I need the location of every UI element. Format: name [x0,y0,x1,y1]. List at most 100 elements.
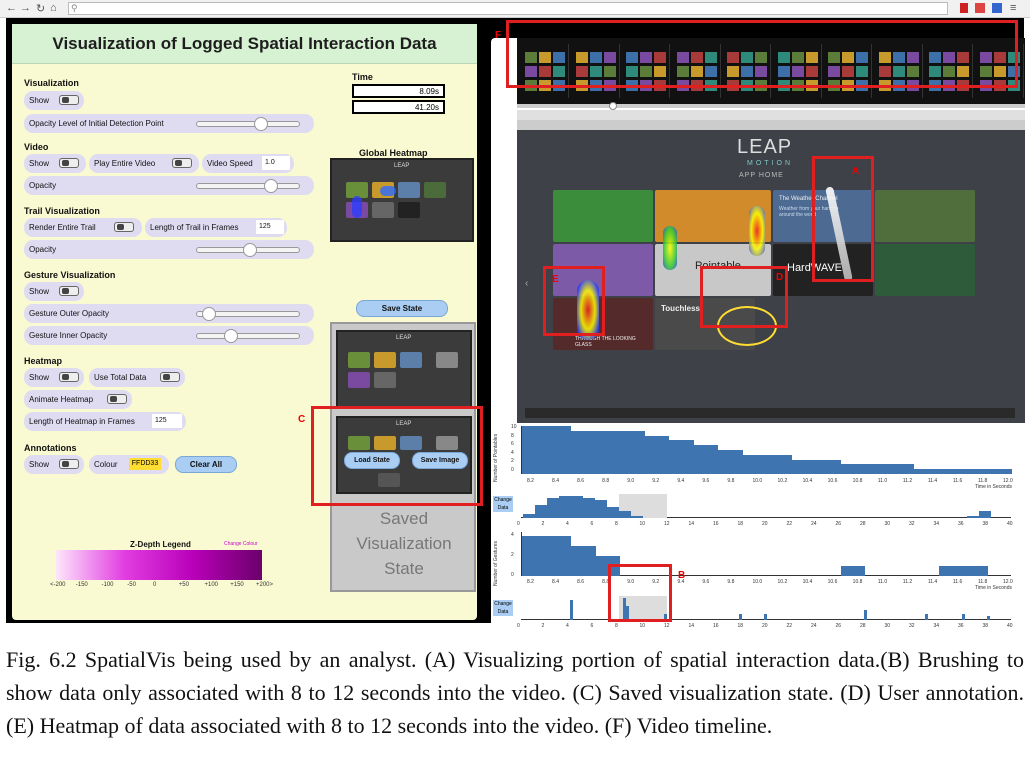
play-entire-toggle[interactable] [172,158,192,168]
gesture-inner-slider[interactable] [196,329,300,343]
home-icon[interactable]: ⌂ [50,2,57,14]
callout-f [506,20,1018,88]
overview-bar [864,610,867,620]
save-state-button[interactable]: Save State [356,300,448,317]
tile [436,352,458,368]
render-entire-toggle[interactable] [114,222,134,232]
label: Length of Trail in Frames [150,223,239,232]
extension-icon-2[interactable] [992,3,1002,13]
x-tick: 9.4 [677,478,685,484]
overview-bar [763,614,767,620]
tile-label: Touchless [661,304,700,313]
back-icon[interactable]: ← [6,2,17,14]
x-tick: 16 [713,521,719,527]
trail-length-input[interactable]: 125 [256,220,284,234]
bar [571,546,596,576]
forward-icon[interactable]: → [20,2,31,14]
x-tick: 14 [688,521,695,527]
overview-bar [739,614,743,620]
x-tick: 26 [835,521,842,527]
menu-icon[interactable]: ≡ [1010,2,1016,14]
slider-knob[interactable] [243,243,257,257]
change-data-button[interactable]: Change Data [493,496,513,512]
leap-sub1: MOTION [747,160,793,167]
bar [987,469,1012,474]
x-tick: 22 [786,521,793,527]
video-opacity-slider[interactable] [196,179,300,193]
y-tick: 0 [511,572,514,578]
slider-knob[interactable] [254,117,268,131]
y-tick: 10 [511,424,517,430]
extension-icon[interactable] [960,3,968,13]
x-tick: 10.2 [777,579,788,585]
visualization-show-toggle[interactable] [59,95,79,105]
video-speed-input[interactable]: 1.0 [262,156,290,170]
bar [816,459,841,474]
tile [398,182,420,198]
change-colour-link[interactable]: Change Colour [224,541,258,547]
section-visualization: Visualization [24,78,79,88]
bar [644,435,669,474]
trail-opacity-slider[interactable] [196,243,300,257]
tile [348,372,370,388]
colour-input[interactable]: FFDD33 [129,458,161,470]
x-tick: 10.2 [777,478,788,484]
pointables-overview[interactable]: Change Data 0 2 4 6 8 10 12 14 16 18 20 22 24 26 28 30 32… [491,494,1026,530]
bar [546,426,571,474]
timeline-scrollbar[interactable] [517,102,1025,110]
x-tick: 10.0 [752,478,763,484]
callout-b [608,564,672,622]
clear-all-button[interactable]: Clear All [175,456,237,473]
tile-game[interactable] [875,190,975,242]
x-tick: 10.6 [827,478,838,484]
x-tick: 14 [688,623,695,629]
x-tick: 20 [762,623,768,629]
saved-state-thumbnail-1[interactable]: LEAP [336,330,472,408]
opacity-initial-slider[interactable] [196,117,300,131]
bar [865,464,890,474]
pointables-chart[interactable]: Number of Pointables 10 8 6 4 2 0 8.2 8.4 8.6 8.8 9… [491,424,1026,494]
prev-arrow-icon[interactable]: ‹ [525,278,528,289]
annotations-show-toggle[interactable] [59,459,79,469]
bar [840,566,865,576]
x-tick: 11.0 [877,478,888,484]
tile [424,182,446,198]
x-tick: 11.2 [902,478,913,484]
heatmap-show-toggle[interactable] [59,372,79,382]
callout-c [311,406,483,506]
slider-knob[interactable] [264,179,278,193]
legend-ticks: <-200 -150 -100 -50 0 +50 +100 +150 +200> [50,582,273,592]
total-time: 41.20s [352,100,445,114]
slider-knob[interactable] [224,329,238,343]
tile-forest[interactable] [875,244,975,296]
legend-tick: <-200 [50,582,66,588]
change-data-button[interactable]: Change Data [493,600,513,616]
gesture-outer-slider[interactable] [196,307,300,321]
gesture-show-toggle[interactable] [59,286,79,296]
section-video: Video [24,142,49,152]
animate-heatmap-toggle[interactable] [107,394,127,404]
control-panel: Visualization of Logged Spatial Interact… [12,24,477,620]
x-tick: 0 [517,521,520,527]
y-axis-label: Number of Gestures [493,540,499,586]
bar [571,430,596,474]
gmail-icon[interactable] [975,3,985,13]
gestures-overview[interactable]: Change Data 0 2 4 6 8 10 12 14 16 18 20 22 24 26 28 30 32… [491,594,1026,634]
global-heatmap-thumbnail[interactable]: LEAP [330,158,474,242]
current-time: 8.09s [352,84,445,98]
heatmap-length-input[interactable]: 125 [152,414,182,428]
video-show-toggle[interactable] [59,158,79,168]
x-tick: 8.2 [527,478,534,484]
overview-bar [631,515,643,518]
use-total-toggle[interactable] [160,372,180,382]
y-tick: 6 [511,441,514,447]
y-tick: 0 [511,466,514,473]
scrollbar-thumb[interactable] [609,102,617,110]
reload-icon[interactable]: ↻ [36,2,45,15]
gestures-chart[interactable]: Number of Gestures 4 2 0 8.2 8.4 8.6 8.8 9.0 9.2 9… [491,530,1026,592]
label: Show [29,96,50,105]
address-bar[interactable]: ⚲ [68,2,948,15]
x-tick: 8.2 [527,579,534,585]
tile-duck[interactable] [553,190,653,242]
slider-knob[interactable] [202,307,216,321]
